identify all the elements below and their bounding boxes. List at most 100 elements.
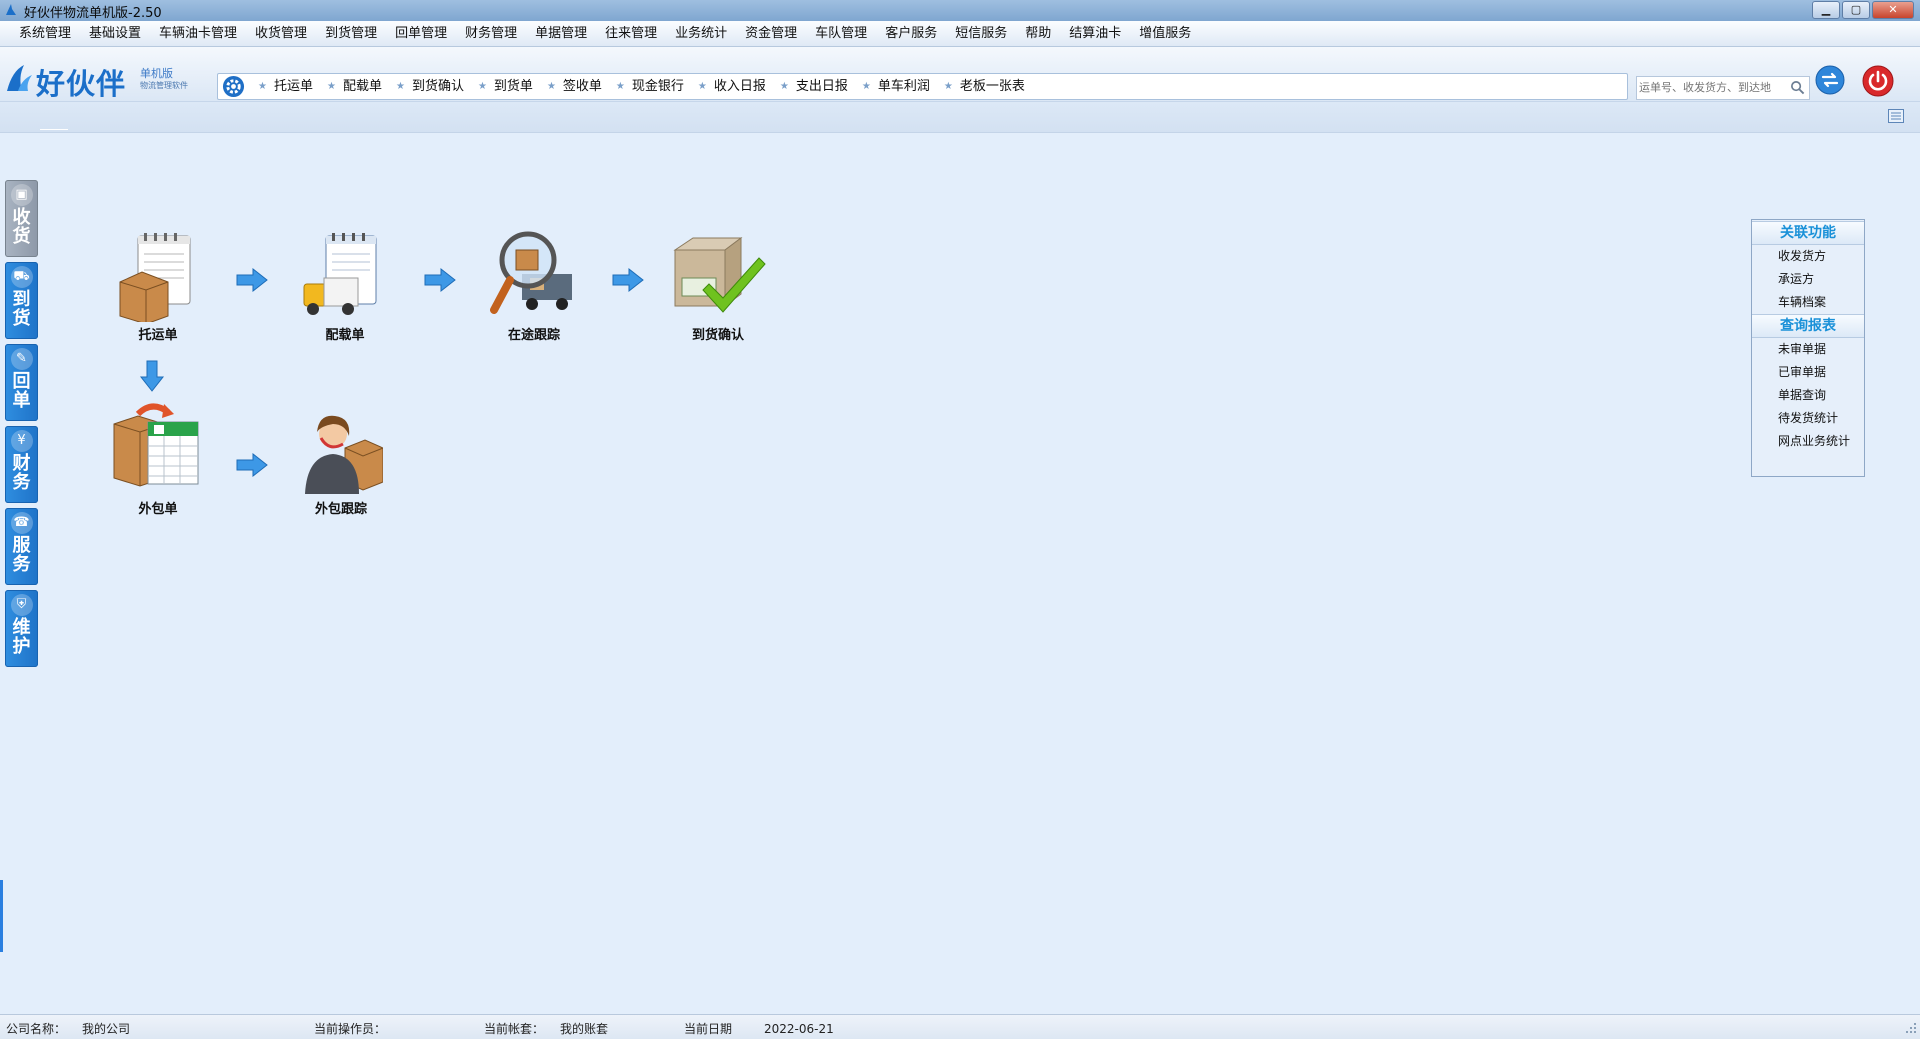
module-tab[interactable]: ⛨ 维护 bbox=[5, 590, 38, 667]
menu-item[interactable]: 回单管理 bbox=[386, 21, 456, 46]
quick-link[interactable]: ★ 支出日报 bbox=[780, 74, 848, 99]
tab-strip bbox=[0, 102, 1920, 133]
quick-link-label: 签收单 bbox=[562, 79, 602, 94]
quick-link[interactable]: ★ 收入日报 bbox=[698, 74, 766, 99]
menu-item[interactable]: 财务管理 bbox=[456, 21, 526, 46]
quick-link[interactable]: ★ 老板一张表 bbox=[944, 74, 1025, 99]
module-tab-label: 货 bbox=[12, 308, 31, 329]
logo-mark-icon bbox=[7, 65, 32, 91]
window-title: 好伙伴物流单机版-2.50 bbox=[24, 6, 162, 21]
menu-item[interactable]: 基础设置 bbox=[80, 21, 150, 46]
flow-arrow-right-icon bbox=[612, 267, 644, 293]
flow-arrow-right-icon bbox=[236, 267, 268, 293]
refresh-icon[interactable] bbox=[1815, 65, 1845, 95]
query-reports-title: 查询报表 bbox=[1752, 314, 1864, 338]
flow-node-consignment[interactable]: 托运单 bbox=[83, 232, 233, 343]
flow-node-outsource[interactable]: 外包单 bbox=[83, 400, 233, 517]
quick-link[interactable]: ★ 到货单 bbox=[478, 74, 533, 99]
menu-item[interactable]: 收货管理 bbox=[246, 21, 316, 46]
menu-item[interactable]: 到货管理 bbox=[316, 21, 386, 46]
quick-link[interactable]: ★ 到货确认 bbox=[396, 74, 464, 99]
quick-link-label: 支出日报 bbox=[795, 79, 848, 94]
menu-item[interactable]: 车辆油卡管理 bbox=[150, 21, 246, 46]
search-icon[interactable] bbox=[1790, 80, 1805, 95]
service-agent-icon bbox=[305, 415, 383, 494]
close-icon[interactable]: ✕ bbox=[1872, 1, 1914, 19]
quick-link-label: 收入日报 bbox=[713, 79, 766, 94]
settings-gear-icon[interactable] bbox=[222, 75, 245, 98]
menu-item[interactable]: 短信服务 bbox=[946, 21, 1016, 46]
quick-link[interactable]: ★ 配载单 bbox=[327, 74, 382, 99]
flow-node-tracking[interactable]: 在途跟踪 bbox=[459, 226, 609, 343]
quick-access-bar: ★ 托运单 ★ 配载单 ★ 到货确认 ★ 到货单 ★ 签收单 ★ 现金银行 ★ 收入日报 ★ 支出日报 ★ 单车利… bbox=[217, 73, 1628, 100]
quick-link[interactable]: ★ 托运单 bbox=[258, 74, 313, 99]
side-panel-link[interactable]: 已审单据 bbox=[1752, 361, 1864, 384]
maximize-icon[interactable]: ▢ bbox=[1842, 1, 1870, 19]
side-panel-link[interactable]: 网点业务统计 bbox=[1752, 430, 1864, 453]
menu-item[interactable]: 帮助 bbox=[1016, 21, 1060, 46]
side-panel-link[interactable]: 待发货统计 bbox=[1752, 407, 1864, 430]
status-date: 当前日期 2022-06-21 bbox=[684, 1022, 834, 1036]
flow-node-arrival-confirm[interactable]: 到货确认 bbox=[643, 232, 793, 343]
logo-name: 好伙伴 bbox=[36, 67, 127, 101]
menu-item[interactable]: 系统管理 bbox=[10, 21, 80, 46]
side-panel-link[interactable]: 车辆档案 bbox=[1752, 291, 1864, 314]
resize-grip-icon[interactable] bbox=[1906, 1023, 1916, 1033]
module-tab[interactable]: ¥ 财务 bbox=[5, 426, 38, 503]
panel-toggle-icon[interactable] bbox=[1888, 109, 1904, 123]
status-bar: 公司名称： 我的公司 当前操作员： 当前帐套： 我的账套 当前日期 2022-06-2… bbox=[0, 1014, 1920, 1039]
consignment-note-icon bbox=[119, 233, 191, 322]
minimize-icon[interactable]: ▁ bbox=[1812, 1, 1840, 19]
star-icon: ★ bbox=[943, 81, 953, 92]
outsource-order-icon bbox=[113, 403, 199, 487]
flow-node-outsource-tracking[interactable]: 外包跟踪 bbox=[266, 412, 416, 517]
star-icon: ★ bbox=[861, 81, 871, 92]
module-tab[interactable]: ▣ 收货 bbox=[5, 180, 38, 257]
side-panel: 关联功能 收发货方 承运方 车辆档案 查询报表 未审单据 已审单据 单据查询 待发货统计网… bbox=[1751, 219, 1865, 477]
quick-link[interactable]: ★ 单车利润 bbox=[862, 74, 930, 99]
module-tab-label: 服 bbox=[12, 535, 31, 556]
left-accent-bar bbox=[0, 880, 3, 952]
side-panel-link[interactable]: 收发货方 bbox=[1752, 245, 1864, 268]
menu-item[interactable]: 车队管理 bbox=[806, 21, 876, 46]
flow-label-outsource-tracking: 外包跟踪 bbox=[314, 502, 367, 517]
module-tab-label: 货 bbox=[12, 226, 31, 247]
module-tab[interactable]: ✎ 回单 bbox=[5, 344, 38, 421]
module-tab-label: 到 bbox=[12, 289, 31, 310]
menu-item[interactable]: 客户服务 bbox=[876, 21, 946, 46]
menu-item[interactable]: 资金管理 bbox=[736, 21, 806, 46]
module-tab[interactable]: ⛟ 到货 bbox=[5, 262, 38, 339]
menu-item[interactable]: 结算油卡 bbox=[1060, 21, 1130, 46]
side-panel-link[interactable]: 单据查询 bbox=[1752, 384, 1864, 407]
brand-logo: 好伙伴 单机版 物流管理软件 bbox=[4, 59, 212, 101]
module-tab-label: 务 bbox=[12, 554, 31, 575]
status-operator: 当前操作员： bbox=[314, 1022, 387, 1036]
search-input[interactable] bbox=[1639, 79, 1785, 95]
related-functions-title: 关联功能 bbox=[1752, 221, 1864, 245]
power-icon[interactable] bbox=[1862, 65, 1894, 97]
logo-slogan: 物流管理软件 bbox=[140, 81, 188, 90]
menu-item[interactable]: 业务统计 bbox=[666, 21, 736, 46]
flow-label-tracking: 在途跟踪 bbox=[507, 328, 560, 343]
flow-arrow-right-icon bbox=[236, 452, 268, 478]
side-panel-link[interactable]: 未审单据 bbox=[1752, 338, 1864, 361]
flow-label-outsource: 外包单 bbox=[138, 502, 178, 517]
menu-item[interactable]: 单据管理 bbox=[526, 21, 596, 46]
menu-item[interactable]: 往来管理 bbox=[596, 21, 666, 46]
quick-link-label: 托运单 bbox=[273, 79, 313, 94]
flow-node-loading[interactable]: 配载单 bbox=[270, 232, 420, 343]
app-logo-icon bbox=[6, 4, 16, 15]
module-tab[interactable]: ☎ 服务 bbox=[5, 508, 38, 585]
arrival-confirm-icon bbox=[673, 237, 766, 313]
side-panel-link[interactable]: 承运方 bbox=[1752, 268, 1864, 291]
quick-link[interactable]: ★ 签收单 bbox=[547, 74, 602, 99]
star-icon: ★ bbox=[395, 81, 405, 92]
toolbar: 好伙伴 单机版 物流管理软件 ★ 托运单 ★ 配载单 ★ 到货确认 ★ 到货单 ★ 签收单 ★ 现金银… bbox=[0, 47, 1920, 102]
yen-icon: ¥ bbox=[10, 430, 33, 452]
tracking-magnifier-icon bbox=[490, 231, 572, 314]
star-icon: ★ bbox=[326, 81, 336, 92]
star-icon: ★ bbox=[615, 81, 625, 92]
menu-item[interactable]: 增值服务 bbox=[1130, 21, 1200, 46]
logo-edition: 单机版 bbox=[140, 67, 173, 80]
quick-link[interactable]: ★ 现金银行 bbox=[616, 74, 684, 99]
